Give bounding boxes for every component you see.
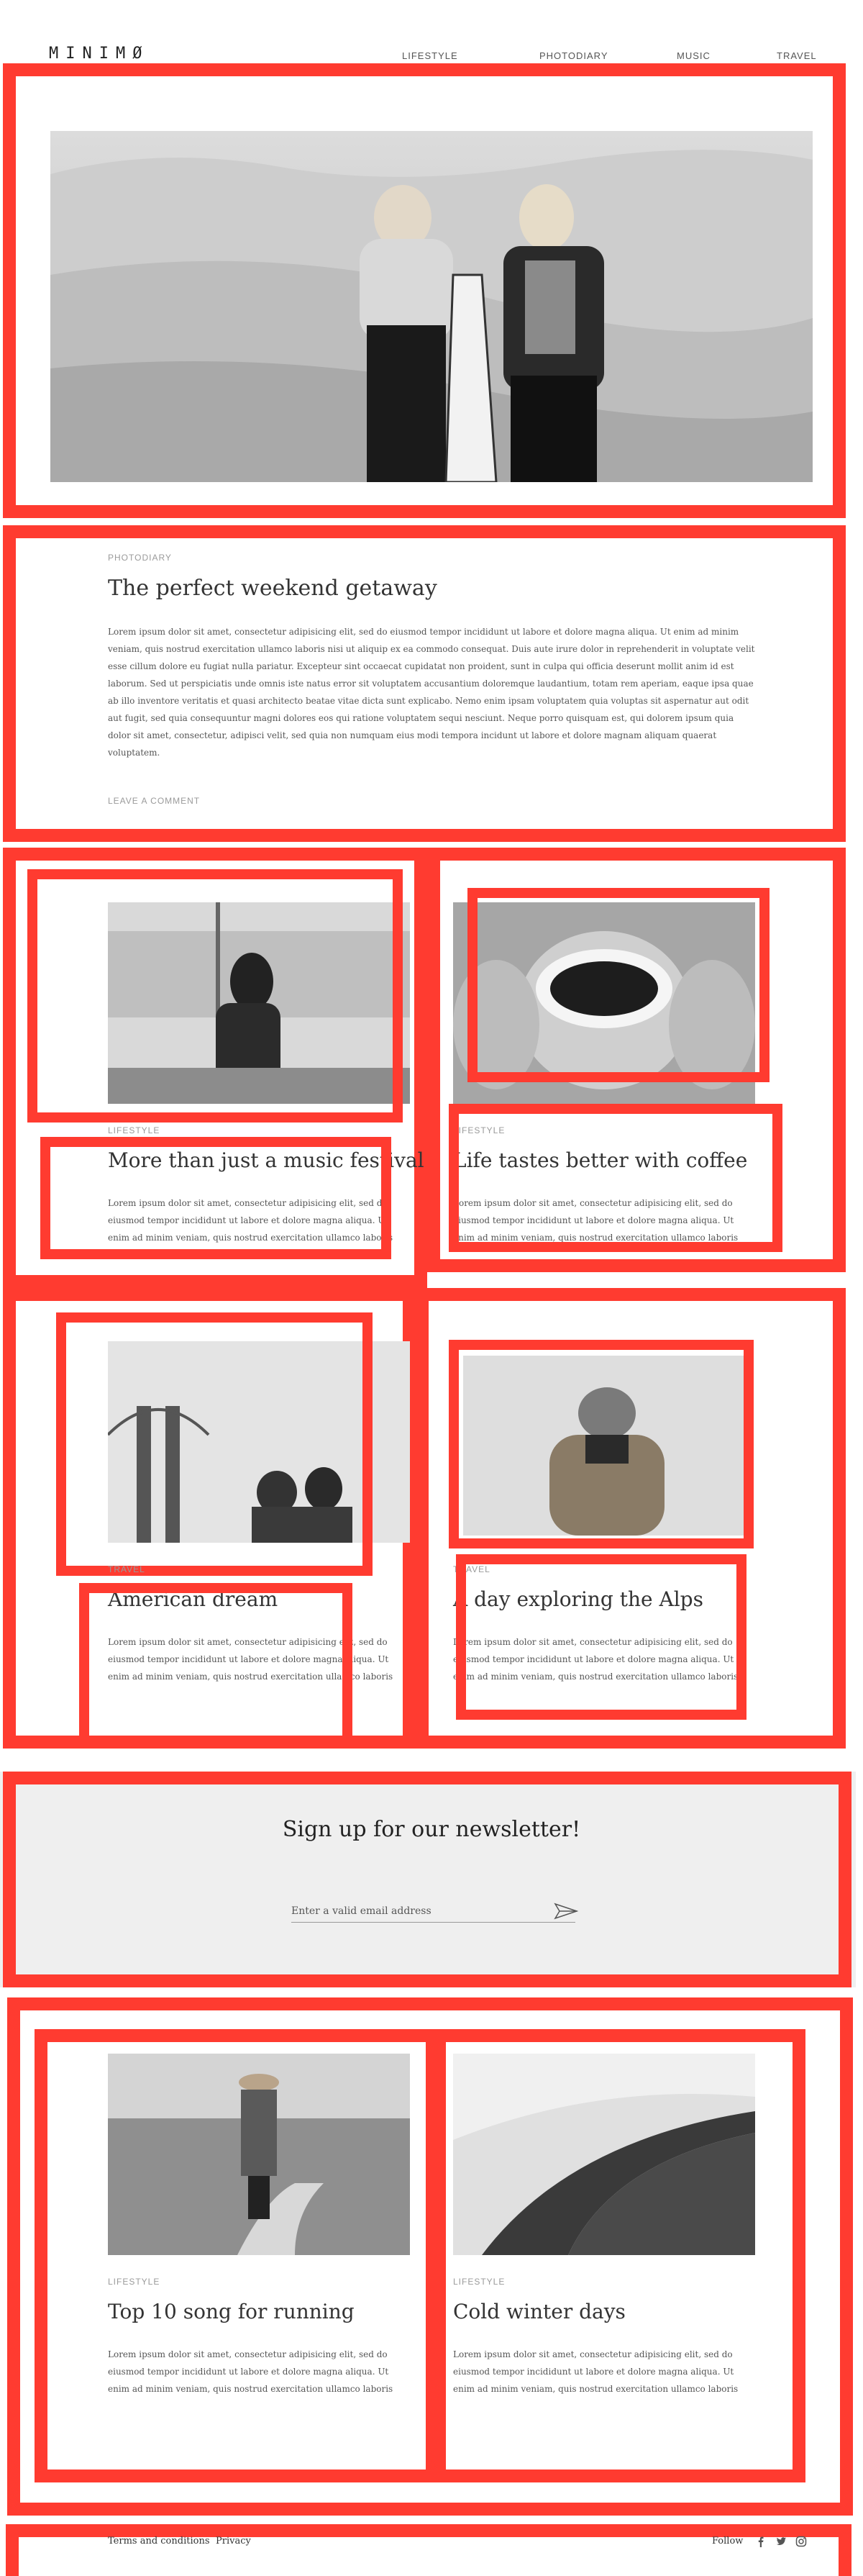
newsletter-email-input[interactable] bbox=[291, 1900, 575, 1923]
thumbnail-outline bbox=[56, 1312, 373, 1576]
site-logo[interactable]: MINIMØ bbox=[49, 45, 149, 63]
terms-link[interactable]: Terms and conditions bbox=[108, 2536, 210, 2546]
footer-outline bbox=[6, 2524, 851, 2576]
thumbnail-outline bbox=[467, 888, 770, 1082]
thumbnail-outline bbox=[27, 869, 403, 1123]
nav-item-photodiary[interactable]: PHOTODIARY bbox=[539, 50, 608, 61]
instagram-icon[interactable] bbox=[795, 2536, 807, 2547]
facebook-icon[interactable] bbox=[755, 2536, 767, 2547]
featured-title[interactable]: The perfect weekend getaway bbox=[108, 576, 437, 601]
post-title[interactable]: Cold winter days bbox=[453, 2300, 626, 2323]
text-outline bbox=[456, 1554, 746, 1720]
follow-label: Follow bbox=[712, 2536, 744, 2546]
privacy-link[interactable]: Privacy bbox=[216, 2536, 251, 2546]
text-outline bbox=[79, 1583, 352, 1749]
nav-item-lifestyle[interactable]: LIFESTYLE bbox=[402, 50, 458, 61]
post-excerpt: Lorem ipsum dolor sit amet, consectetur … bbox=[108, 2349, 393, 2394]
leave-comment-link[interactable]: LEAVE A COMMENT bbox=[108, 796, 200, 806]
newsletter-title: Sign up for our newsletter! bbox=[282, 1817, 581, 1842]
text-outline bbox=[40, 1137, 391, 1259]
winter-road-photo-illustration bbox=[453, 2054, 755, 2255]
text-outline bbox=[449, 1104, 782, 1252]
thumbnail-outline bbox=[449, 1340, 754, 1548]
post-thumbnail[interactable] bbox=[453, 2054, 755, 2255]
post-excerpt: Lorem ipsum dolor sit amet, consectetur … bbox=[453, 2349, 739, 2394]
hero-region-outline bbox=[3, 63, 846, 518]
twitter-icon[interactable] bbox=[775, 2536, 787, 2547]
post-category[interactable]: LIFESTYLE bbox=[108, 2277, 160, 2287]
post-category[interactable]: TRAVEL bbox=[108, 1564, 145, 1574]
post-category[interactable]: LIFESTYLE bbox=[108, 1125, 160, 1135]
newsletter-submit-button[interactable] bbox=[554, 1902, 579, 1920]
post-title[interactable]: Top 10 song for running bbox=[108, 2300, 355, 2323]
running-photo-illustration bbox=[108, 2054, 410, 2255]
newsletter-outline bbox=[3, 1772, 851, 1987]
featured-category[interactable]: PHOTODIARY bbox=[108, 553, 172, 563]
post-thumbnail[interactable] bbox=[108, 2054, 410, 2255]
post-category[interactable]: LIFESTYLE bbox=[453, 2277, 505, 2287]
paper-plane-icon bbox=[554, 1902, 579, 1920]
nav-item-music[interactable]: MUSIC bbox=[677, 50, 711, 61]
featured-body: Lorem ipsum dolor sit amet, consectetur … bbox=[108, 627, 755, 758]
nav-item-travel[interactable]: TRAVEL bbox=[777, 50, 817, 61]
